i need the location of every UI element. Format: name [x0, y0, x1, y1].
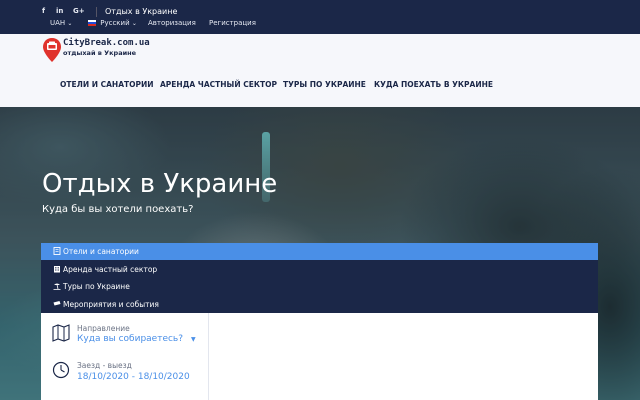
tab-events[interactable]: Мероприятия и события — [41, 296, 598, 313]
google-plus-icon[interactable]: G+ — [73, 7, 85, 15]
hero-subtitle: Куда бы вы хотели поехать? — [42, 204, 194, 215]
site-header: CityBreak.com.ua отдыхай в Украине ОТЕЛИ… — [0, 34, 640, 107]
chevron-down-icon: ⌄ — [131, 20, 137, 27]
dates-input[interactable]: 18/10/2020 - 18/10/2020 — [77, 372, 190, 382]
facebook-icon[interactable]: f — [42, 7, 45, 15]
map-icon — [52, 324, 70, 342]
nav-hotels[interactable]: ОТЕЛИ И САНАТОРИИ — [60, 80, 154, 89]
tab-label: Отели и санатории — [63, 247, 139, 256]
dates-label: Заезд - выезд — [77, 361, 132, 370]
tab-private-rent[interactable]: Аренда частный сектор — [41, 261, 598, 278]
register-link[interactable]: Регистрация — [209, 18, 256, 28]
tab-label: Аренда частный сектор — [63, 264, 158, 274]
ticket-icon — [53, 300, 61, 305]
hotel-icon — [53, 247, 61, 255]
logo-text[interactable]: CityBreak.com.ua — [63, 38, 150, 48]
language-value: Русский — [100, 19, 130, 27]
tab-label: Туры по Украине — [63, 282, 130, 291]
currency-select[interactable]: UAH ⌄ — [50, 18, 72, 29]
direction-input[interactable]: Куда вы собираетесь? — [77, 334, 183, 344]
building-icon — [54, 265, 60, 272]
login-link[interactable]: Авторизация — [148, 18, 196, 28]
tab-hotels[interactable]: Отели и санатории — [41, 243, 598, 260]
search-tabs: Отели и санатории Аренда частный сектор … — [41, 243, 598, 313]
nav-private-rent[interactable]: АРЕНДА ЧАСТНЫЙ СЕКТОР — [160, 80, 277, 89]
tab-label: Мероприятия и события — [63, 299, 159, 309]
linkedin-icon[interactable]: in — [56, 7, 63, 15]
nav-tours[interactable]: ТУРЫ ПО УКРАИНЕ — [283, 80, 366, 89]
chevron-down-icon: ⌄ — [67, 20, 73, 27]
caret-down-icon[interactable]: ▼ — [191, 336, 196, 343]
nav-where-to-go[interactable]: КУДА ПОЕХАТЬ В УКРАИНЕ — [374, 80, 493, 89]
clock-icon — [52, 361, 70, 379]
search-fields: Направление Куда вы собираетесь? ▼ Заезд… — [41, 313, 209, 400]
search-panel: Направление Куда вы собираетесь? ▼ Заезд… — [41, 313, 598, 400]
tab-tours[interactable]: Туры по Украине — [41, 278, 598, 295]
direction-label: Направление — [77, 324, 130, 333]
russian-flag-icon — [88, 20, 96, 26]
language-select[interactable]: Русский ⌄ — [88, 18, 137, 29]
top-bar: f in G+ Отдых в Украине UAH ⌄ Русский ⌄ … — [0, 0, 640, 34]
logo-tagline: отдыхай в Украине — [63, 49, 137, 57]
hero-title: Отдых в Украине — [42, 169, 278, 199]
currency-value: UAH — [50, 19, 66, 27]
logo-pin-icon[interactable] — [42, 37, 62, 63]
top-site-title: Отдых в Украине — [96, 7, 177, 17]
beach-icon — [53, 283, 61, 290]
